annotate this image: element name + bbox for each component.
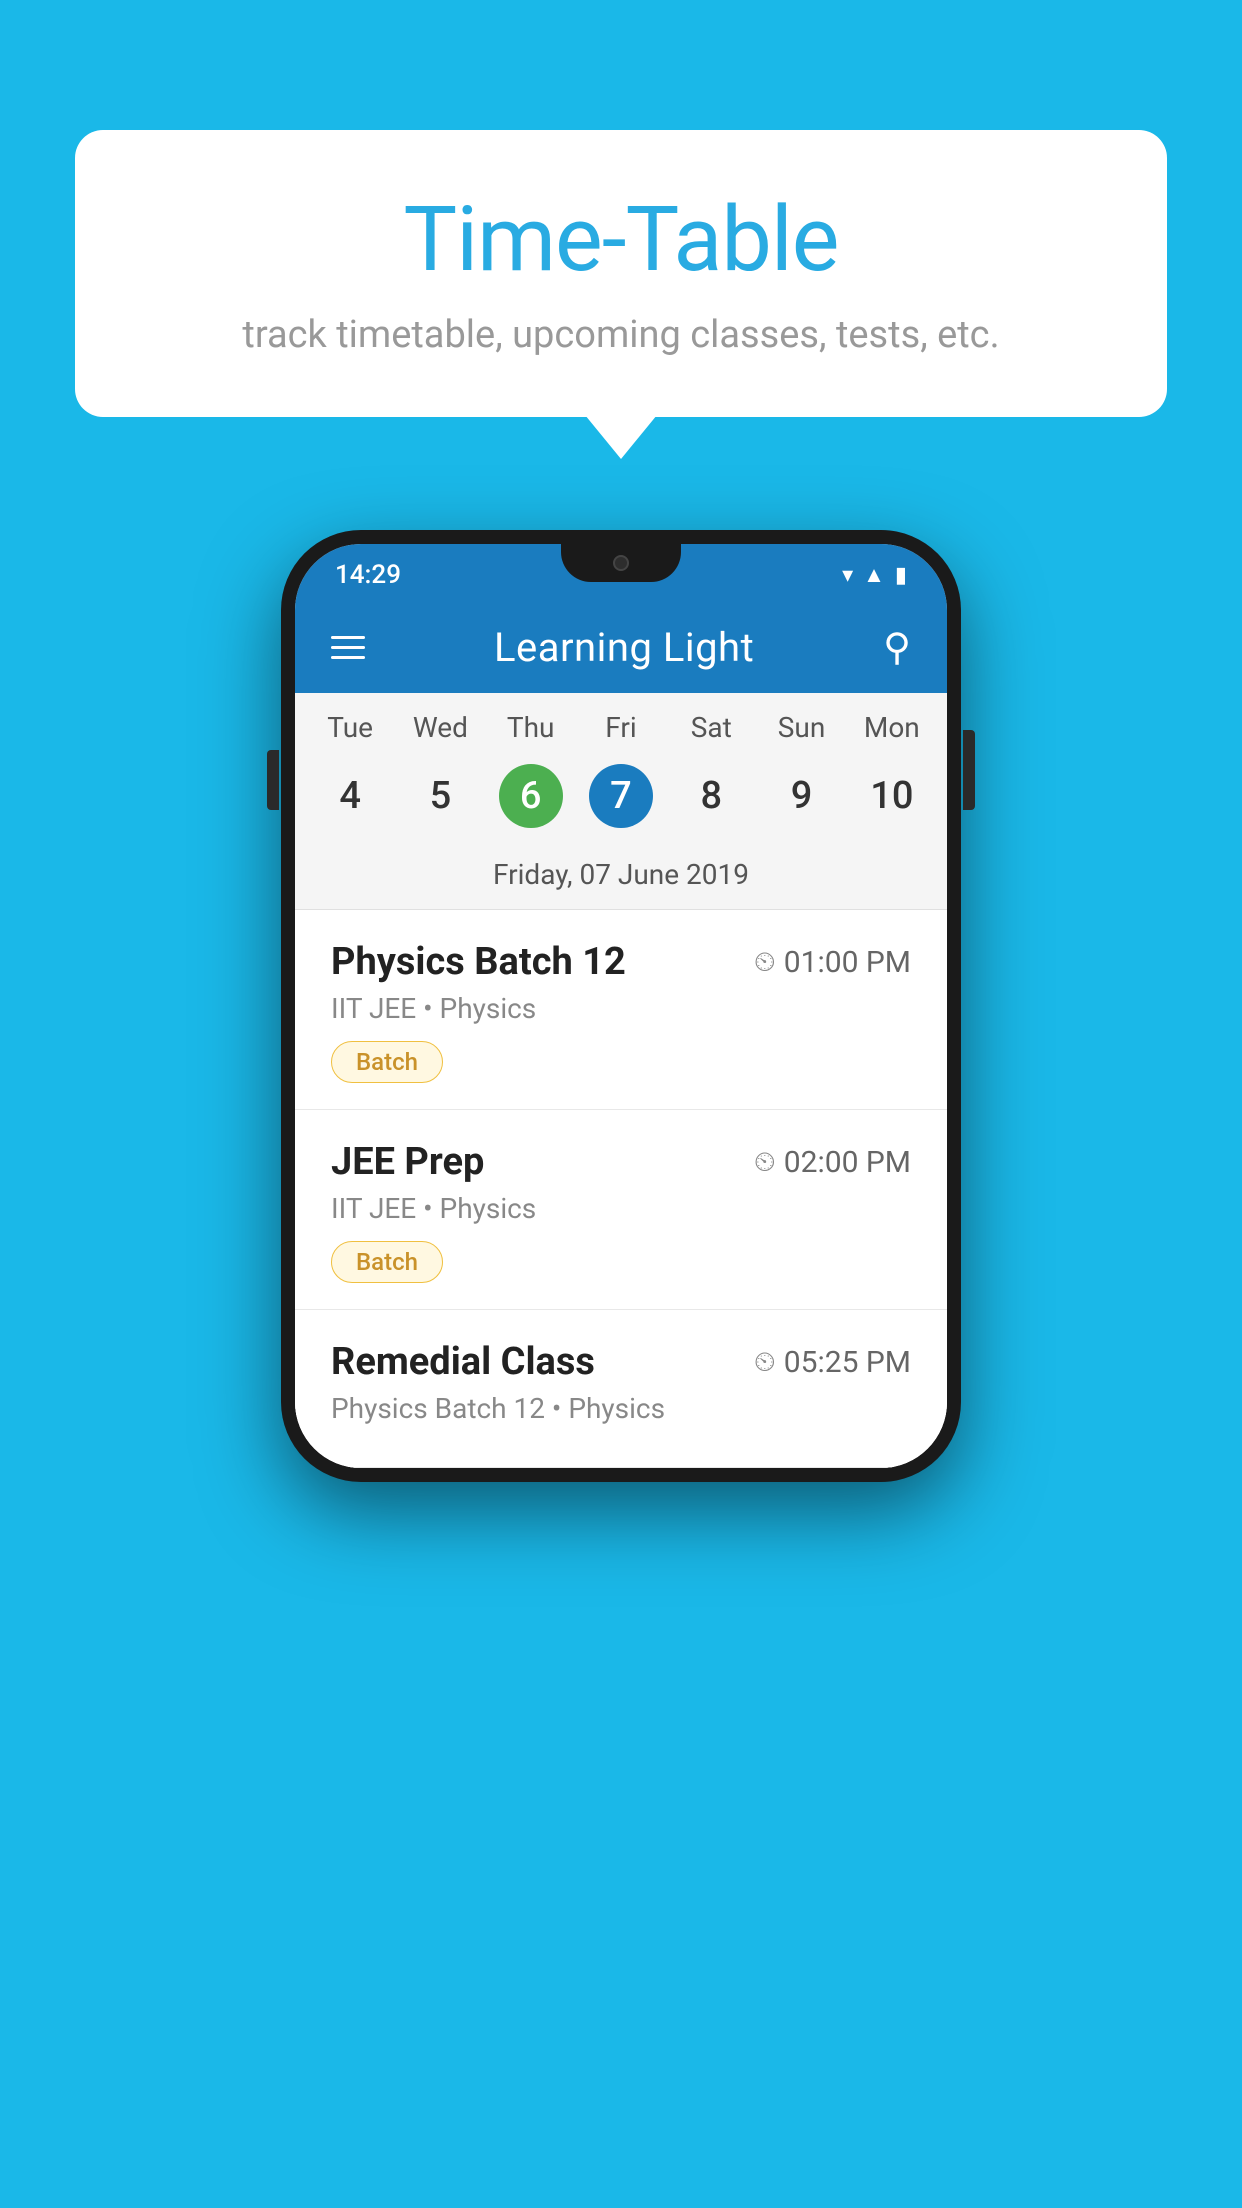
selected-date-label: Friday, 07 June 2019	[295, 852, 947, 910]
hamburger-line-3	[331, 656, 365, 659]
phone-screen: 14:29 ▾ ▲ ▮ Learning Light ⚲	[295, 544, 947, 1468]
signal-icon: ▲	[863, 562, 885, 588]
class-list: Physics Batch 12 ⏲ 01:00 PM IIT JEE • Ph…	[295, 910, 947, 1468]
day-10[interactable]: 10	[847, 756, 937, 836]
batch-badge-1: Batch	[331, 1041, 443, 1083]
class-time-3: ⏲ 05:25 PM	[754, 1345, 911, 1380]
clock-icon-3: ⏲	[754, 1345, 776, 1379]
hamburger-line-1	[331, 636, 365, 639]
class-time-1: ⏲ 01:00 PM	[754, 945, 911, 980]
class-meta-1: IIT JEE • Physics	[331, 992, 911, 1025]
phone-mockup: 14:29 ▾ ▲ ▮ Learning Light ⚲	[281, 530, 961, 1482]
status-bar: 14:29 ▾ ▲ ▮	[295, 544, 947, 602]
day-7-circle[interactable]: 7	[589, 764, 653, 828]
camera-dot	[613, 555, 629, 571]
class-time-value-2: 02:00 PM	[784, 1145, 911, 1180]
day-7[interactable]: 7	[576, 756, 666, 836]
speech-bubble: Time-Table track timetable, upcoming cla…	[75, 130, 1167, 417]
day-headers: Tue Wed Thu Fri Sat Sun Mon	[295, 693, 947, 752]
day-header-sun: Sun	[756, 711, 846, 744]
app-bar: Learning Light ⚲	[295, 602, 947, 693]
battery-icon: ▮	[895, 563, 907, 588]
day-header-sat: Sat	[666, 711, 756, 744]
status-icons: ▾ ▲ ▮	[842, 562, 907, 588]
class-name-3: Remedial Class	[331, 1340, 595, 1384]
day-8[interactable]: 8	[666, 756, 756, 836]
search-button[interactable]: ⚲	[883, 625, 911, 670]
speech-bubble-section: Time-Table track timetable, upcoming cla…	[75, 130, 1167, 417]
class-time-value-1: 01:00 PM	[784, 945, 911, 980]
clock-icon-1: ⏲	[754, 945, 776, 979]
class-time-value-3: 05:25 PM	[784, 1345, 911, 1380]
hamburger-menu-button[interactable]	[331, 636, 365, 659]
day-header-tue: Tue	[305, 711, 395, 744]
class-item-header-3: Remedial Class ⏲ 05:25 PM	[331, 1340, 911, 1384]
hamburger-line-2	[331, 646, 365, 649]
notch	[561, 544, 681, 582]
status-time: 14:29	[335, 560, 401, 590]
day-5[interactable]: 5	[395, 756, 485, 836]
day-numbers: 4 5 6 7 8 9 10	[295, 752, 947, 852]
calendar-strip: Tue Wed Thu Fri Sat Sun Mon 4 5 6 7	[295, 693, 947, 910]
class-item-jee-prep[interactable]: JEE Prep ⏲ 02:00 PM IIT JEE • Physics Ba…	[295, 1110, 947, 1310]
day-header-fri: Fri	[576, 711, 666, 744]
day-4[interactable]: 4	[305, 756, 395, 836]
class-item-remedial[interactable]: Remedial Class ⏲ 05:25 PM Physics Batch …	[295, 1310, 947, 1468]
day-header-thu: Thu	[486, 711, 576, 744]
batch-badge-2: Batch	[331, 1241, 443, 1283]
class-item-physics-batch-12[interactable]: Physics Batch 12 ⏲ 01:00 PM IIT JEE • Ph…	[295, 910, 947, 1110]
class-meta-2: IIT JEE • Physics	[331, 1192, 911, 1225]
day-6[interactable]: 6	[486, 756, 576, 836]
wifi-icon: ▾	[842, 563, 853, 588]
app-title: Learning Light	[494, 624, 754, 671]
bubble-title: Time-Table	[155, 190, 1087, 289]
class-time-2: ⏲ 02:00 PM	[754, 1145, 911, 1180]
phone-outer: 14:29 ▾ ▲ ▮ Learning Light ⚲	[281, 530, 961, 1482]
day-6-circle[interactable]: 6	[499, 764, 563, 828]
day-header-mon: Mon	[847, 711, 937, 744]
clock-icon-2: ⏲	[754, 1145, 776, 1179]
bubble-subtitle: track timetable, upcoming classes, tests…	[155, 309, 1087, 362]
day-header-wed: Wed	[395, 711, 485, 744]
class-item-header-1: Physics Batch 12 ⏲ 01:00 PM	[331, 940, 911, 984]
day-9[interactable]: 9	[756, 756, 846, 836]
class-meta-3: Physics Batch 12 • Physics	[331, 1392, 911, 1425]
class-item-header-2: JEE Prep ⏲ 02:00 PM	[331, 1140, 911, 1184]
class-name-2: JEE Prep	[331, 1140, 484, 1184]
class-name-1: Physics Batch 12	[331, 940, 626, 984]
